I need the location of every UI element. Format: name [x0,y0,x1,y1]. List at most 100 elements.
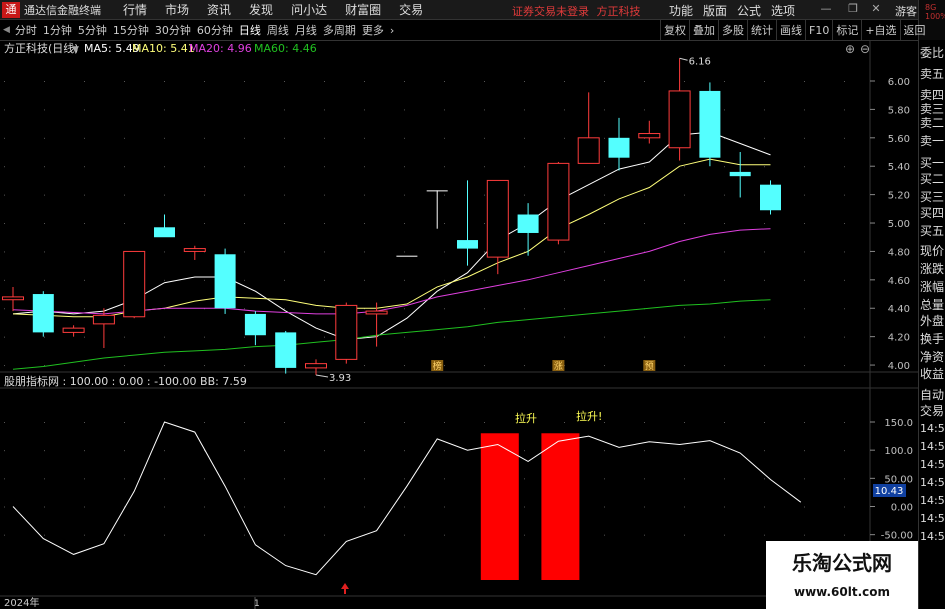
grid-dot [444,251,445,253]
back-button[interactable]: 返回 [899,20,929,41]
draw-line-button[interactable]: 画线 [776,20,805,41]
period-multi[interactable]: 多周期 [323,22,356,38]
grid-dot [764,478,765,480]
label-volume: 总量 [920,298,945,312]
label-auto[interactable]: 自动 [920,386,944,403]
label-trades[interactable]: 交易 [920,402,944,419]
grid-dot [484,422,485,423]
period-intraday[interactable]: 分时 [15,22,37,38]
chart-canvas: 方正科技(日线) ▼ MA5: 5.49MA10: 5.41MA20: 4.96 M… [0,40,918,609]
grid-dot [404,478,405,480]
grid-dot [244,109,245,111]
add-watchlist-button[interactable]: +自选 [861,20,899,41]
candle-body [183,248,206,252]
ma-legend-ma60: MA60: 4.46 [254,42,317,55]
candle-body [668,90,691,149]
multi-stock-button[interactable]: 多股 [718,20,747,41]
period-5min[interactable]: 5分钟 [78,22,107,38]
grid-dot [4,308,5,310]
f10-button[interactable]: F10 [805,20,832,41]
menu-discover[interactable]: 发现 [249,1,273,18]
grid-dot [724,506,725,508]
candle-body [638,133,661,139]
price-tick-label: 4.60 [888,276,910,287]
current-value-label: 10.43 [875,486,904,497]
grid-dot [444,279,445,281]
close-icon[interactable]: ✕ [868,2,884,16]
price-tick-label: 4.00 [888,361,910,372]
stats-button[interactable]: 统计 [747,20,776,41]
corner-badge: 8G 100% [925,3,945,21]
chevron-left-icon[interactable]: ◀ [3,25,10,35]
candle-body [275,332,297,368]
grid-dot [324,194,325,196]
grid-dot [604,166,605,168]
period-more[interactable]: 更多 [362,22,384,38]
grid-dot [724,109,725,111]
minimize-icon[interactable]: — [818,2,834,16]
candlestick [760,180,781,215]
login-status-text[interactable]: 证券交易未登录 [512,5,589,18]
grid-dot [4,81,5,82]
grid-dot [44,251,45,253]
grid-dot [804,137,805,139]
adjust-button[interactable]: 复权 [660,20,689,41]
ma-lines [12,131,771,370]
period-monthly[interactable]: 月线 [295,22,317,38]
menu-quotes[interactable]: 行情 [123,1,147,18]
grid-dot [364,450,365,452]
candlestick [608,117,630,171]
grid-dot [404,308,405,310]
menu-formula[interactable]: 公式 [737,2,761,19]
grid-dot [404,422,405,423]
grid-dot [524,166,525,168]
candlestick [638,120,661,144]
menu-function[interactable]: 功能 [669,2,693,19]
period-15min[interactable]: 15分钟 [113,22,149,38]
period-30min[interactable]: 30分钟 [155,22,191,38]
grid-dot [84,336,85,338]
chevron-right-icon[interactable]: › [390,24,394,37]
grid-dot [4,137,5,139]
grid-dot [644,166,645,168]
indicator-grid [4,422,845,536]
grid-dot [764,365,765,367]
grid-dot [764,422,765,423]
event-markers[interactable]: 榜涨预 [431,360,656,372]
menu-news[interactable]: 资讯 [207,1,231,18]
trade-time: 14:56 [920,512,945,525]
grid-dot [44,194,45,196]
grid-dot [684,81,685,82]
signal-text: 拉升! [576,409,602,423]
grid-dot [204,478,205,480]
main-chart-controls[interactable]: ⊕ ⊖ [845,42,870,56]
menu-market[interactable]: 市场 [165,1,189,18]
menu-wealth[interactable]: 财富圈 [345,1,381,18]
price-tick-label: 6.00 [888,77,910,88]
stock-short-name: 方正科技 [596,5,641,18]
indicator-tick-label: 150.0 [884,418,913,429]
guest-label[interactable]: 游客 [895,3,917,19]
login-status[interactable]: 证券交易未登录 方正科技 [512,3,641,19]
grid-dot [84,534,85,536]
menu-ask[interactable]: 问小达 [291,1,327,18]
period-1min[interactable]: 1分钟 [43,22,72,38]
period-60min[interactable]: 60分钟 [197,22,233,38]
period-weekly[interactable]: 周线 [267,22,289,38]
grid-dot [604,109,605,111]
menu-options[interactable]: 选项 [771,2,795,19]
menu-trade[interactable]: 交易 [399,1,423,18]
grid-dot [764,534,765,536]
overlay-button[interactable]: 叠加 [689,20,718,41]
mark-button[interactable]: 标记 [832,20,861,41]
menu-layout[interactable]: 版面 [703,2,727,19]
grid-dot [684,422,685,423]
grid-dot [844,534,845,536]
grid-dot [644,422,645,423]
period-daily[interactable]: 日线 [239,22,261,38]
main-chart-title: 方正科技(日线) [4,41,79,55]
grid-dot [204,534,205,536]
restore-icon[interactable]: ❐ [845,2,861,16]
grid-dot [804,308,805,310]
trade-time: 14:56 [920,530,945,543]
